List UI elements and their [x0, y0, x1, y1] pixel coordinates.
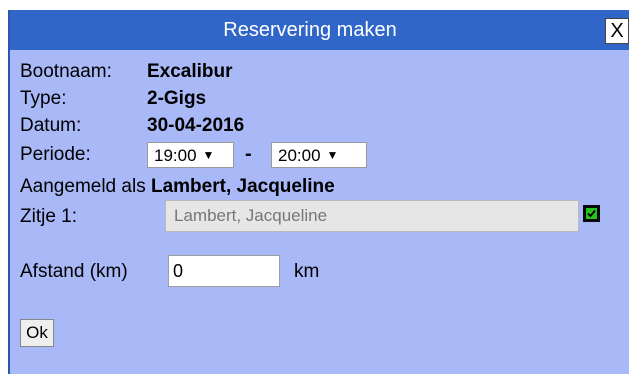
- boat-name-label: Bootnaam:: [20, 61, 112, 82]
- date-label: Datum:: [20, 115, 82, 136]
- logged-in-name: Lambert, Jacqueline: [150, 176, 335, 197]
- checkmark-icon: [587, 209, 596, 218]
- distance-unit: km: [294, 261, 320, 282]
- seat-label: Zitje 1:: [20, 206, 78, 227]
- boat-name-value: Excalibur: [147, 61, 233, 82]
- dropdown-arrow-icon: ▼: [202, 148, 215, 162]
- seat-checkbox[interactable]: [583, 205, 600, 222]
- period-end-value: 20:00: [278, 146, 321, 165]
- period-start-select[interactable]: 19:00 ▼: [147, 142, 234, 168]
- close-button[interactable]: X: [605, 18, 629, 44]
- period-start-value: 19:00: [154, 146, 197, 165]
- distance-label: Afstand (km): [20, 261, 128, 282]
- period-separator: -: [245, 143, 252, 165]
- seat-input[interactable]: Lambert, Jacqueline: [165, 200, 579, 232]
- ok-button[interactable]: Ok: [20, 319, 54, 347]
- distance-input[interactable]: 0: [168, 255, 280, 287]
- reservation-dialog: Reservering maken X Bootnaam: Excalibur …: [8, 10, 629, 374]
- dropdown-arrow-icon: ▼: [326, 148, 339, 162]
- boat-type-value: 2-Gigs: [147, 88, 207, 109]
- period-label: Periode:: [20, 144, 91, 165]
- boat-type-label: Type:: [20, 88, 67, 109]
- dialog-title: Reservering maken: [223, 19, 397, 41]
- dialog-titlebar: Reservering maken X: [10, 10, 629, 50]
- period-end-select[interactable]: 20:00 ▼: [271, 142, 367, 168]
- date-value: 30-04-2016: [147, 115, 245, 136]
- logged-in-prefix: Aangemeld als: [20, 176, 146, 197]
- logged-in-text: Aangemeld als Lambert, Jacqueline: [20, 176, 335, 198]
